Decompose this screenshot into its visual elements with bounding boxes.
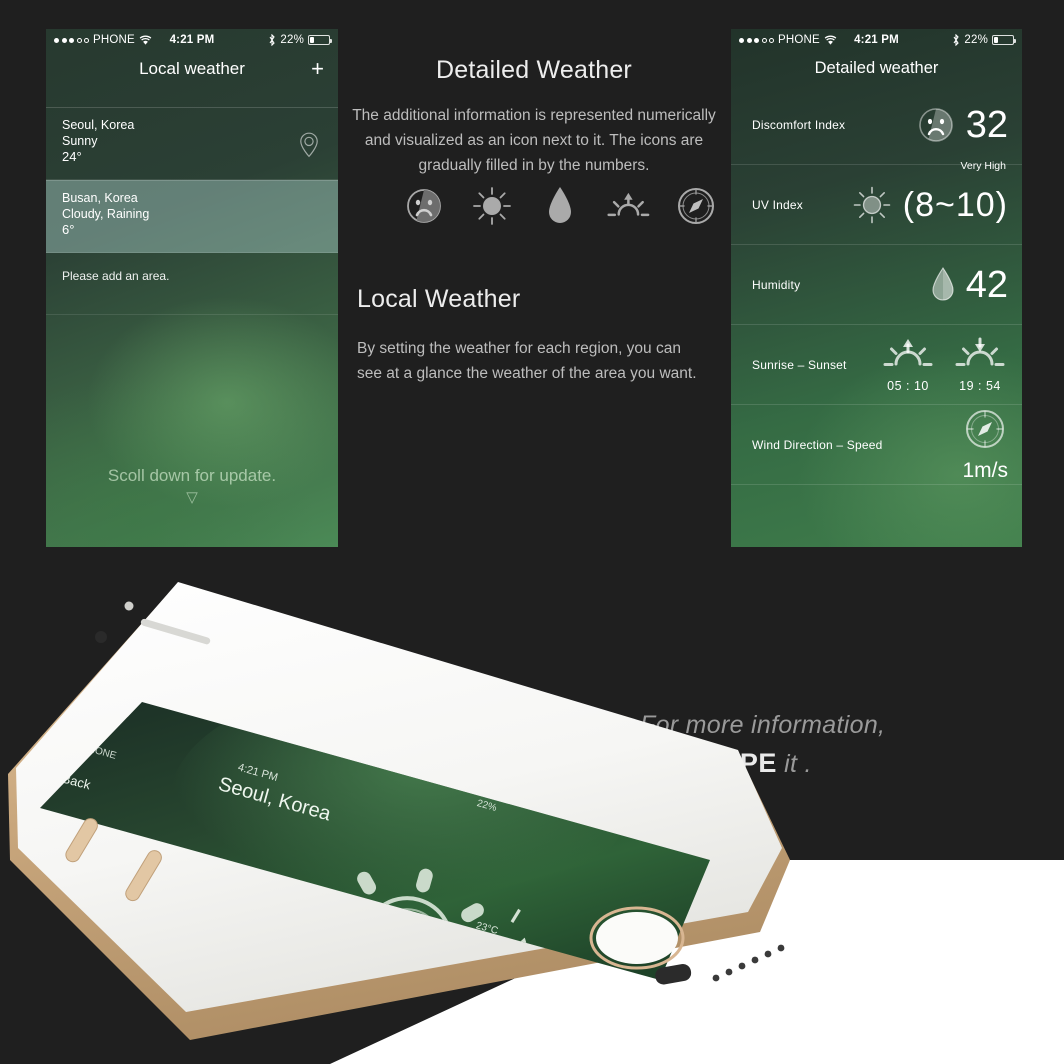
detail-row-uv-index[interactable]: UV Index Very High (8~10) (731, 160, 1022, 245)
front-camera-icon (124, 601, 134, 611)
speaker-grill (712, 944, 785, 982)
compass-icon (966, 410, 1004, 448)
detail-row-discomfort-index[interactable]: Discomfort Index 32 (731, 85, 1022, 165)
status-badge: Very High (960, 159, 1006, 172)
row-label: Wind Direction – Speed (752, 437, 883, 452)
row-label: UV Index (752, 197, 803, 212)
row-value-group: 05 : 10 19: 54 (880, 336, 1008, 393)
row-label: Discomfort Index (752, 117, 846, 132)
row-label: Humidity (752, 277, 801, 292)
page-title: Local weather (139, 59, 245, 78)
list-item[interactable]: Seoul, Korea Sunny 24° (46, 107, 338, 180)
row-value: 32 (965, 103, 1008, 146)
add-area-placeholder-row[interactable]: Please add an area. (46, 253, 338, 315)
status-bar-left: PHONE 4:21 PM 22% (46, 29, 338, 51)
carrier-label: PHONE (778, 34, 820, 46)
signal-dots-icon (54, 37, 89, 43)
sun-icon (853, 186, 891, 223)
city-name: Busan, Korea (62, 191, 138, 205)
row-value: (8~10) (902, 185, 1008, 224)
sunset-icon (955, 337, 1005, 366)
sunrise-icon (604, 182, 652, 230)
section-body: The additional information is represente… (352, 107, 716, 174)
row-value-group: 32 (916, 105, 1008, 145)
wifi-icon (139, 35, 152, 45)
city-condition: Cloudy, Raining (62, 207, 150, 221)
chart-gridlines (105, 1049, 640, 1064)
chevron-down-icon: ▽ (186, 489, 198, 506)
bluetooth-icon (953, 34, 960, 46)
status-bar-right-group: 22% (952, 34, 1016, 46)
update-hint-label: Scoll down for update. (107, 466, 277, 485)
iphone-mockup: Back PHONE 4:21 PM Seoul, Korea 22% 24°C… (8, 582, 790, 1064)
add-area-button[interactable]: + (311, 58, 324, 80)
icon-strip (400, 182, 720, 230)
battery-percent-label: 22% (964, 34, 988, 46)
section-heading: Detailed Weather (436, 56, 632, 84)
forecast-days: Mon17°22°c Tue9°17°c Wed11°16°c Thu9°15°… (154, 1037, 549, 1064)
compass-icon (672, 182, 720, 230)
row-label: Sunrise – Sunset (752, 357, 847, 372)
status-bar-left-group: PHONE (54, 34, 152, 46)
signal-dots-icon (739, 37, 774, 43)
city-condition: Sunny (62, 134, 98, 148)
row-value: 1m/s (962, 459, 1008, 482)
sunset-group: 19 : 54 (952, 336, 1008, 393)
home-button[interactable] (589, 906, 685, 970)
local-weather-navbar: Local weather + (46, 51, 338, 87)
sun-icon (468, 182, 516, 230)
detailed-weather-navbar: Detailed weather (731, 51, 1022, 85)
bluetooth-icon (269, 34, 276, 46)
detail-row-humidity[interactable]: Humidity 42 (731, 245, 1022, 325)
row-value-group: 42 (930, 266, 1008, 304)
city-name: Seoul, Korea (62, 118, 135, 132)
status-bar-right-group: 22% (268, 34, 332, 46)
sunrise-icon (883, 339, 933, 366)
mockup-condition: Sunny (331, 1032, 389, 1064)
water-droplet-icon (536, 182, 584, 230)
city-temp: 24° (62, 149, 82, 164)
page-root: PHONE 4:21 PM 22% Local weather + Seoul,… (0, 0, 1064, 1064)
wind-group: 1m/s (200, 1056, 282, 1064)
detail-row-wind[interactable]: Wind Direction – Speed 1m/s (731, 405, 1022, 485)
detail-row-sunrise-sunset[interactable]: Sunrise – Sunset 05: 10 19: 54 (731, 325, 1022, 405)
sunrise-group: 05 : 10 (880, 336, 936, 393)
section-body: By setting the weather for each region, … (357, 340, 697, 382)
list-item[interactable]: Busan, Korea Cloudy, Raining 6° (46, 180, 338, 253)
sad-face-icon (400, 182, 448, 230)
city-list: Seoul, Korea Sunny 24° Busan, Korea Clou… (46, 107, 338, 315)
page-title: Detailed weather (814, 58, 939, 77)
detailed-weather-screen: PHONE 4:21 PM 22% Detailed weather Disco… (731, 29, 1022, 547)
sunrise-time: 05 : 10 (887, 379, 929, 393)
proximity-sensor-icon (95, 631, 107, 643)
detail-row-empty (731, 485, 1022, 547)
water-droplet-icon (932, 266, 954, 301)
section-heading: Local Weather (357, 285, 521, 313)
sunset-time: 19 : 54 (959, 379, 1001, 393)
detailed-weather-copy: Detailed Weather The additional informat… (352, 56, 716, 178)
battery-icon (992, 35, 1016, 45)
sunrise-sunset-pair: 05 : 10 19: 54 (880, 336, 1008, 393)
local-weather-copy: Local Weather By setting the weather for… (357, 285, 709, 386)
status-bar-left-group: PHONE (739, 34, 837, 46)
local-weather-screen: PHONE 4:21 PM 22% Local weather + Seoul,… (46, 29, 338, 547)
location-pin-icon[interactable] (296, 130, 322, 160)
add-area-placeholder-label: Please add an area. (62, 269, 170, 283)
pull-to-update-hint: Scoll down for update. ▽ (46, 466, 338, 506)
row-value: 42 (965, 263, 1008, 306)
row-value-group: 1m/s (962, 406, 1008, 483)
city-temp: 6° (62, 222, 75, 237)
battery-percent-label: 22% (280, 34, 304, 46)
sad-face-icon (918, 107, 953, 142)
status-bar-right: PHONE 4:21 PM 22% (731, 29, 1022, 51)
wifi-icon (824, 35, 837, 45)
carrier-label: PHONE (93, 34, 135, 46)
row-value-group: Very High (8~10) (851, 160, 1008, 226)
battery-icon (308, 35, 332, 45)
